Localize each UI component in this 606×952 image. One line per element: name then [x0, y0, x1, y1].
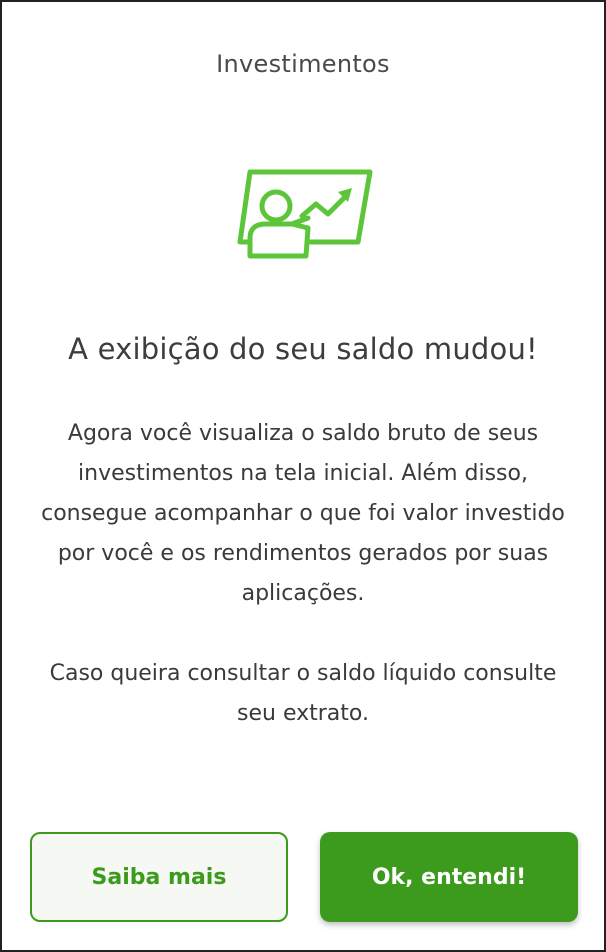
headline: A exibição do seu saldo mudou! — [68, 332, 538, 366]
investment-presentation-chart-icon — [236, 168, 374, 260]
page-title: Investimentos — [216, 50, 390, 78]
learn-more-button[interactable]: Saiba mais — [30, 832, 288, 922]
description: Agora você visualiza o saldo bruto de se… — [32, 414, 574, 734]
description-paragraph-1: Agora você visualiza o saldo bruto de se… — [41, 421, 565, 606]
ok-understood-button[interactable]: Ok, entendi! — [320, 832, 578, 922]
modal-screen: Investimentos A exibição do seu saldo mu… — [0, 0, 606, 952]
description-paragraph-2: Caso queira consultar o saldo líquido co… — [49, 661, 557, 726]
